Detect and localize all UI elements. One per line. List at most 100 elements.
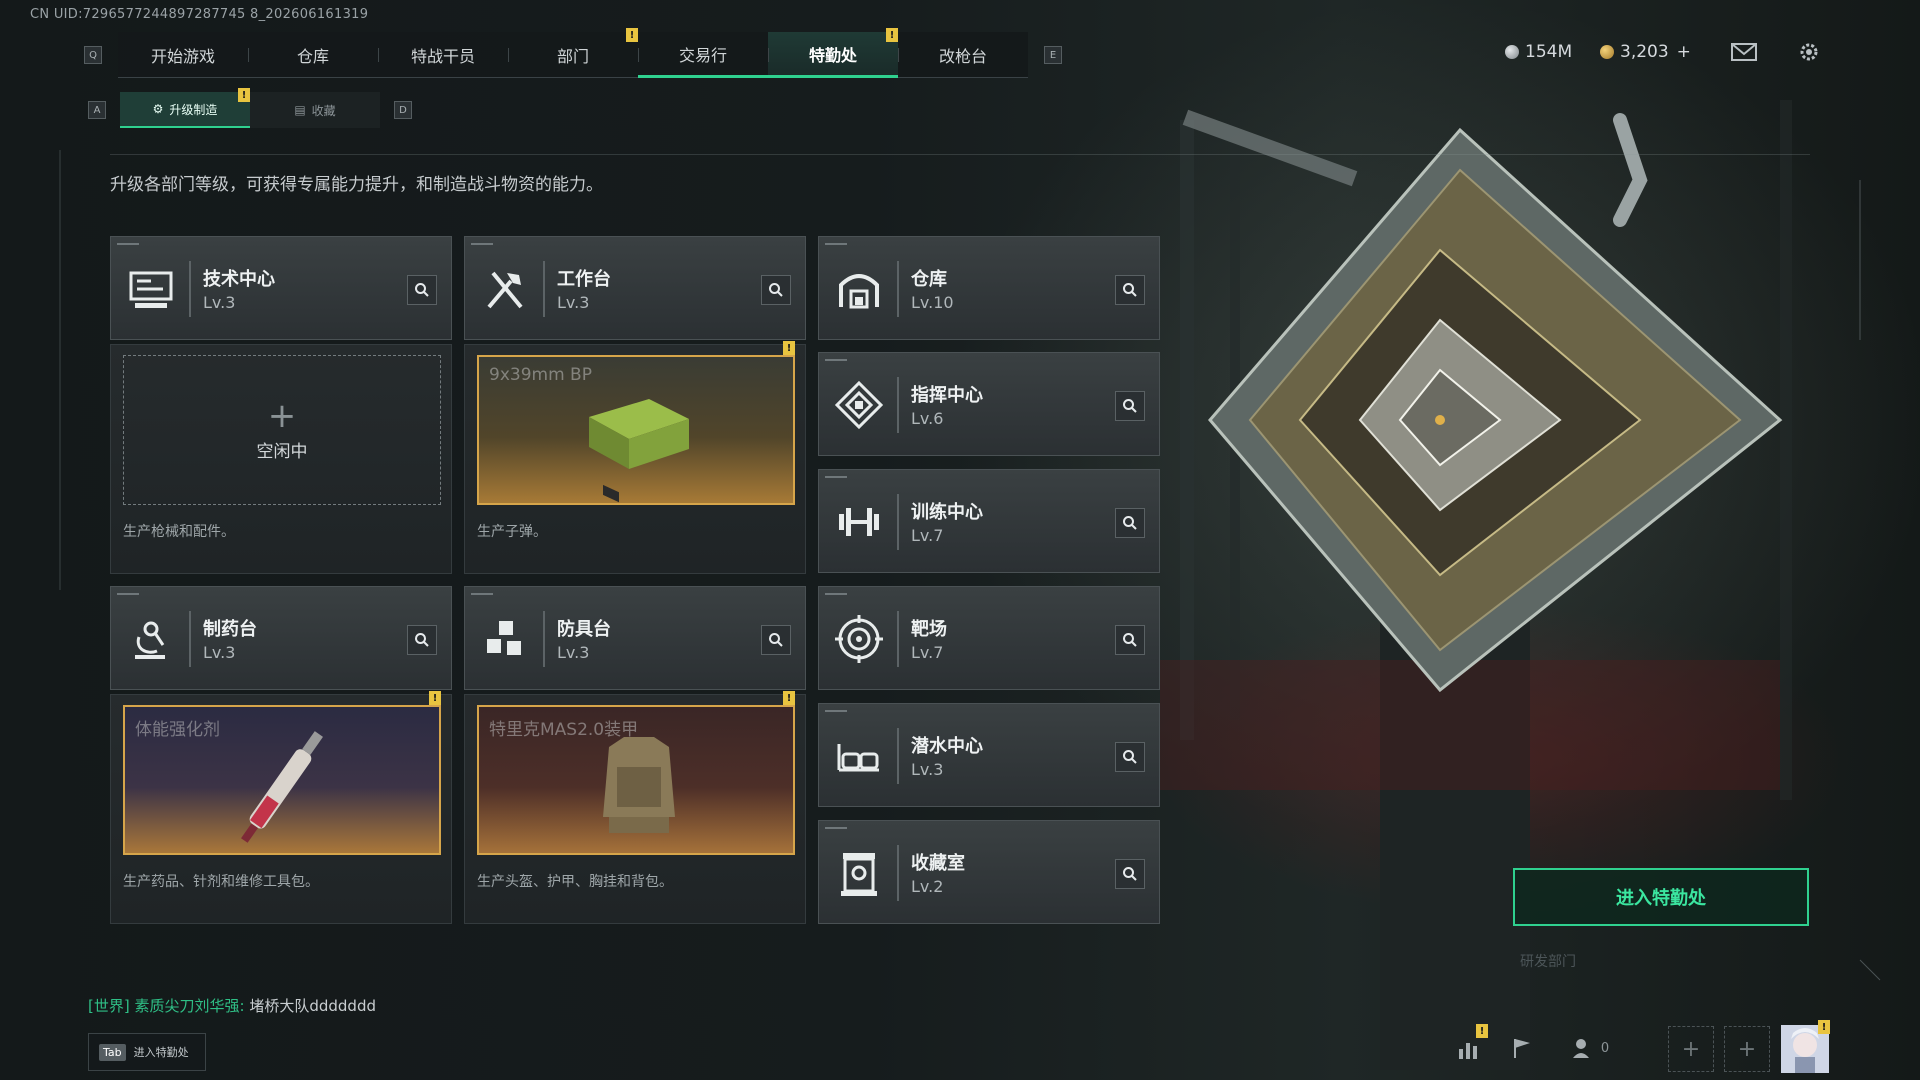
bottom-toolbar: ! 0 + + ! [1440,1020,1920,1078]
tab-warehouse[interactable]: 仓库 [248,32,378,78]
dept-card-training-center[interactable]: 训练中心 Lv.7 [818,469,1160,573]
command-icon [834,380,884,430]
tab-start-game[interactable]: 开始游戏 [118,32,248,78]
tab-departments[interactable]: 部门 ! [508,28,638,78]
search-button[interactable] [761,275,791,305]
dept-card-armor[interactable]: 防具台 Lv.3 [464,586,806,690]
search-button[interactable] [761,625,791,655]
search-button[interactable] [1115,391,1145,421]
production-item-slot[interactable]: 体能强化剂 [123,705,441,855]
search-button[interactable] [1115,275,1145,305]
avatar[interactable]: ! [1780,1020,1830,1074]
production-panel-pharmacy: 体能强化剂 ! 生产药品、针剂和维修工具包。 [110,691,452,924]
tab-departments-label: 部门 [556,47,589,66]
dept-name: 技术中心 [203,269,275,290]
stats-button[interactable]: ! [1448,1022,1492,1074]
dept-level: Lv.3 [557,293,590,312]
sub-tabs: ⚙ 升级制造 ! ▤ 收藏 [120,88,380,128]
tab-operators[interactable]: 特战干员 [378,32,508,78]
dept-level: Lv.7 [911,526,944,545]
tab-shortcut-hint[interactable]: Tab 进入特勤处 [88,1033,206,1071]
bar-chart-icon [1459,1043,1477,1059]
dept-card-collection-room[interactable]: 收藏室 Lv.2 [818,820,1160,924]
card-separator [897,377,899,433]
search-button[interactable] [1115,859,1145,889]
card-separator [189,261,191,317]
tab-trading[interactable]: 交易行 [638,32,768,78]
dept-card-workbench[interactable]: 工作台 Lv.3 [464,236,806,340]
gear-icon[interactable] [1795,40,1823,64]
search-button[interactable] [1115,508,1145,538]
search-icon [769,283,783,297]
goggles-icon [837,744,879,772]
dept-name: 潜水中心 [911,736,983,757]
production-description: 生产药品、针剂和维修工具包。 [123,874,319,890]
subtab-upgrade-manufacture[interactable]: ⚙ 升级制造 ! [120,88,250,128]
user-uid: CN UID:7296577244897287745 8_20260616131… [30,7,369,22]
dept-card-warehouse[interactable]: 仓库 Lv.10 [818,236,1160,340]
dept-level: Lv.2 [911,877,944,896]
tab-special-ops-badge: ! [886,28,898,42]
monitor-icon [129,271,173,308]
nav-right-key-hint: E [1044,46,1062,64]
item-ready-badge: ! [783,691,795,705]
silver-amount: 154M [1525,42,1573,62]
friends-button[interactable]: 0 [1560,1022,1620,1074]
tab-gunsmith[interactable]: 改枪台 [898,32,1028,78]
search-button[interactable] [407,275,437,305]
dept-card-command-center[interactable]: 指挥中心 Lv.6 [818,352,1160,456]
card-corner-mark [825,593,847,595]
card-corner-mark [825,476,847,478]
card-separator [897,494,899,550]
add-currency-button[interactable]: + [1677,42,1691,62]
search-icon [1123,867,1137,881]
dept-name: 仓库 [911,269,947,290]
subtab-collection[interactable]: ▤ 收藏 [250,92,380,128]
team-slot-1[interactable]: + [1668,1026,1714,1072]
card-corner-mark [825,359,847,361]
dept-card-diving-center[interactable]: 潜水中心 Lv.3 [818,703,1160,807]
search-button[interactable] [1115,742,1145,772]
search-icon [769,633,783,647]
production-item-slot[interactable]: 9x39mm BP [477,355,795,505]
idle-label: 空闲中 [256,441,308,462]
item-ready-badge: ! [783,341,795,355]
chat-message: 堵桥大队ddddddd [249,997,376,1015]
avatar-badge: ! [1818,1020,1830,1034]
armor-vest-item-image [603,737,675,833]
flag-button[interactable] [1500,1022,1544,1074]
mail-icon[interactable] [1730,40,1758,64]
dept-level: Lv.3 [557,643,590,662]
dept-card-tech-center[interactable]: 技术中心 Lv.3 [110,236,452,340]
upgrade-icon: ⚙ [152,102,164,116]
tab-key: Tab [99,1043,126,1061]
chat-sender: 素质尖刀刘华强: [134,997,245,1015]
production-description: 生产头盔、护甲、胸挂和背包。 [477,874,673,890]
tab-special-ops-label: 特勤处 [808,45,857,65]
world-chat-line[interactable]: [世界] 素质尖刀刘华强: 堵桥大队ddddddd [88,995,376,1016]
dept-card-shooting-range[interactable]: 靶场 Lv.7 [818,586,1160,690]
search-button[interactable] [407,625,437,655]
card-corner-mark [825,710,847,712]
main-tabs: 开始游戏 仓库 特战干员 部门 ! 交易行 特勤处 ! 改枪台 [118,28,1028,78]
team-slot-2[interactable]: + [1724,1026,1770,1072]
subnav-right-key-hint: D [394,101,412,119]
friends-icon [1572,1039,1589,1058]
search-icon [415,283,429,297]
search-icon [1123,633,1137,647]
microscope-icon [135,621,165,659]
production-description: 生产子弹。 [477,524,547,540]
sub-navigation: A ⚙ 升级制造 ! ▤ 收藏 D [88,88,412,128]
item-ready-badge: ! [429,691,441,705]
production-panel-tech: + 空闲中 生产枪械和配件。 [110,344,452,574]
search-icon [415,633,429,647]
dept-card-pharmacy[interactable]: 制药台 Lv.3 [110,586,452,690]
production-item-slot[interactable]: 特里克MAS2.0装甲 [477,705,795,855]
card-separator [543,261,545,317]
enter-special-ops-button[interactable]: 进入特勤处 [1513,868,1809,926]
gold-currency[interactable]: 3,203 + [1600,42,1691,62]
production-panel-workbench: 9x39mm BP ! 生产子弹。 [464,341,806,574]
search-button[interactable] [1115,625,1145,655]
idle-production-slot[interactable]: + 空闲中 [123,355,441,505]
tab-special-ops[interactable]: 特勤处 ! [768,28,898,78]
